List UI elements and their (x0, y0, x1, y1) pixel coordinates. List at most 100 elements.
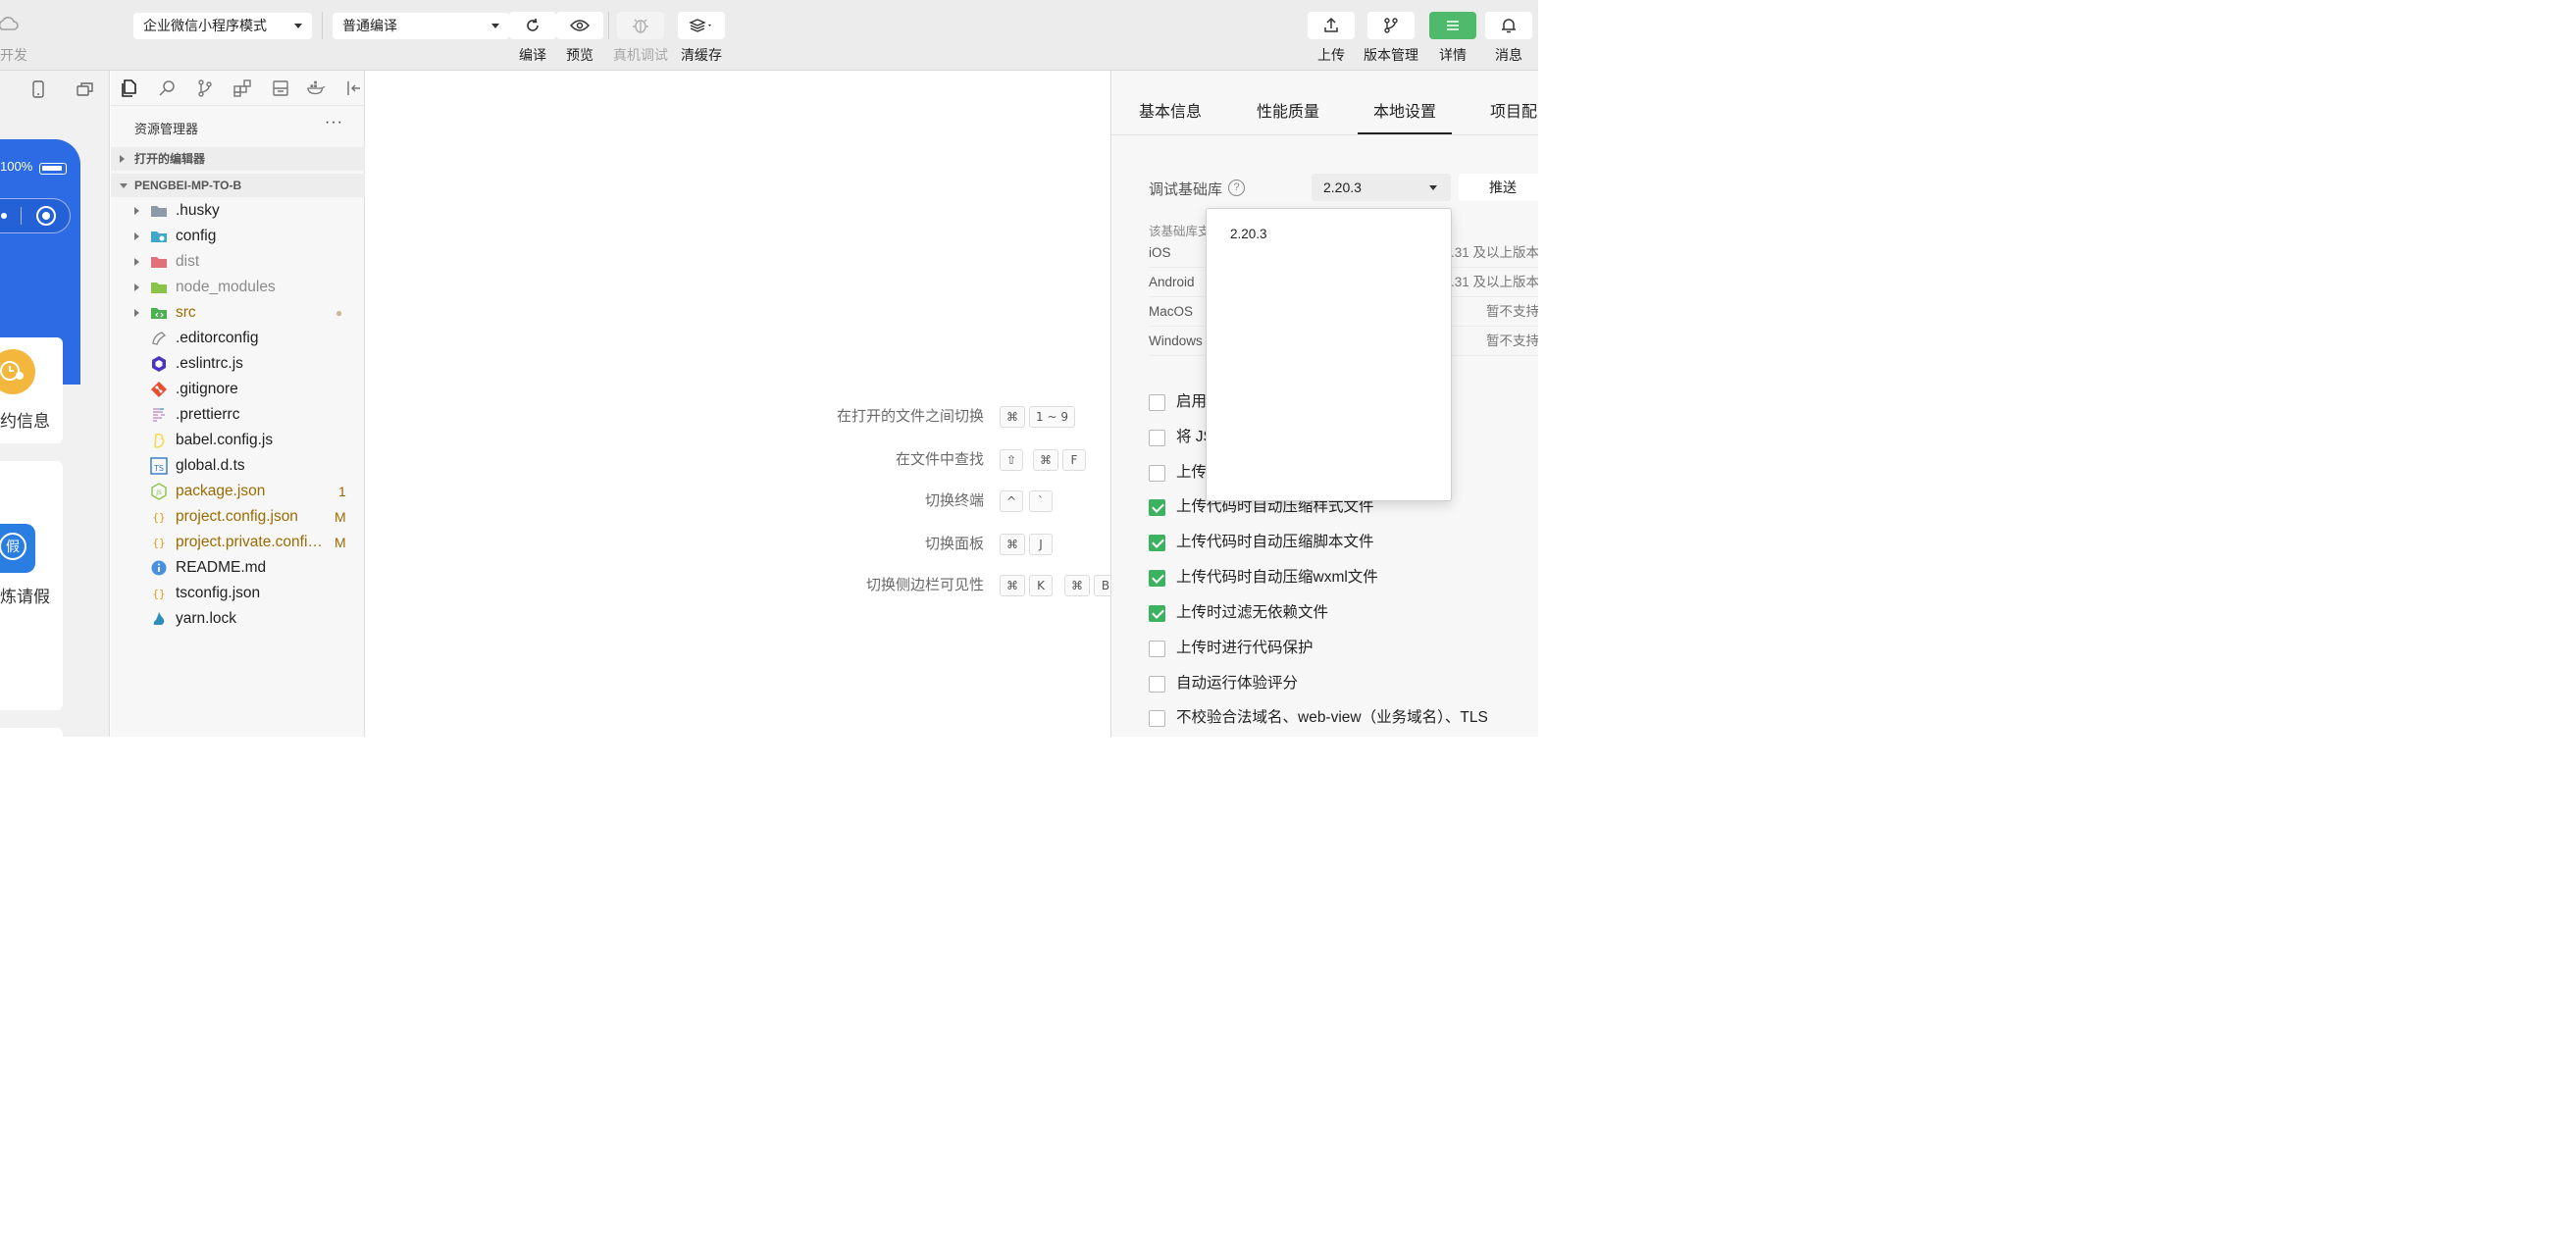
version-management-label[interactable]: 版本管理 (1357, 45, 1425, 65)
toolbar-divider (608, 12, 609, 39)
tree-file[interactable]: {} tsconfig.json (111, 581, 365, 606)
tree-file[interactable]: README.md (111, 555, 365, 581)
messages-label[interactable]: 消息 (1474, 45, 1538, 65)
tree-file[interactable]: {} project.private.config.json M (111, 530, 365, 555)
tree-file[interactable]: .prettierrc (111, 402, 365, 428)
src-folder-icon (151, 308, 167, 319)
details-button[interactable] (1429, 12, 1476, 39)
clear-cache-button[interactable] (678, 12, 725, 39)
tree-folder-config[interactable]: config (111, 224, 365, 249)
shortcut-label: 切换终端 (924, 492, 984, 509)
tree-file[interactable]: JS package.json 1 (111, 479, 365, 504)
tab-project-config[interactable]: 项目配置 (1490, 98, 1538, 122)
compile-select[interactable]: 普通编译 (333, 13, 509, 39)
close-miniprogram-icon[interactable] (36, 206, 56, 226)
nodejs-icon: JS (151, 483, 167, 500)
miniprogram-capsule[interactable] (0, 198, 71, 233)
push-button[interactable]: 推送 (1459, 174, 1538, 201)
tree-file[interactable]: .gitignore (111, 377, 365, 402)
shortcut-row: 切换侧边栏可见性 ⌘ K ⌘ B (366, 575, 1117, 596)
option-row[interactable]: 不校验合法域名、web-view（业务域名）、TLS (1149, 707, 1538, 729)
checkbox[interactable] (1149, 710, 1165, 727)
preview-label[interactable]: 预览 (545, 45, 614, 65)
upload-label[interactable]: 上传 (1297, 45, 1365, 65)
docker-icon[interactable] (306, 78, 326, 98)
shortcut-row: 在打开的文件之间切换 ⌘ 1 ~ 9 (366, 406, 1111, 428)
real-device-debug-label[interactable]: 真机调试 (606, 45, 675, 65)
extensions-icon[interactable] (232, 78, 252, 98)
tree-folder-dist[interactable]: dist (111, 249, 365, 275)
key-cap: ` (1029, 490, 1053, 512)
option-row[interactable]: 上传代码时自动压缩脚本文件 (1149, 532, 1538, 553)
checkbox-checked[interactable] (1149, 570, 1165, 587)
simulator-card[interactable] (0, 728, 63, 737)
real-device-debug-button[interactable] (617, 12, 664, 39)
tree-file[interactable]: babel.config.js (111, 428, 365, 453)
key-cap: ⇧ (1000, 449, 1024, 471)
option-row[interactable]: 上传时过滤无依赖文件 (1149, 602, 1538, 624)
dropdown-option[interactable]: 2.20.3 (1230, 227, 1267, 241)
checkbox-checked[interactable] (1149, 605, 1165, 622)
tree-folder-src[interactable]: src ● (111, 300, 365, 326)
search-icon[interactable] (158, 78, 178, 98)
tree-file[interactable]: yarn.lock (111, 606, 365, 632)
key-cap: ⌘ (1033, 449, 1058, 471)
leave-request-icon: 假 (0, 524, 35, 573)
battery-percent: 100% (0, 159, 33, 174)
project-section[interactable]: PENGBEI-MP-TO-B (111, 174, 365, 197)
key-cap: K (1029, 575, 1053, 596)
tree-file[interactable]: TS global.d.ts (111, 453, 365, 479)
preview-button[interactable] (556, 12, 603, 39)
phone-icon[interactable] (31, 80, 45, 98)
source-control-icon[interactable] (195, 78, 215, 98)
collapse-sidebar-icon[interactable] (344, 78, 364, 98)
checkbox[interactable] (1149, 465, 1165, 482)
tree-file[interactable]: .eslintrc.js (111, 351, 365, 377)
upload-button[interactable] (1308, 12, 1355, 39)
option-row[interactable]: 上传时进行代码保护 (1149, 638, 1538, 659)
tree-item-label: babel.config.js (176, 432, 274, 448)
system-name: Android (1149, 275, 1195, 289)
debug-lib-select[interactable]: 2.20.3 (1312, 174, 1451, 201)
tree-folder-node-modules[interactable]: node_modules (111, 275, 365, 300)
tree-file[interactable]: .editorconfig (111, 326, 365, 351)
storage-icon[interactable] (271, 78, 290, 98)
version-management-button[interactable] (1367, 12, 1415, 39)
json-icon: {} (152, 588, 165, 600)
key-cap: ⌘ (1000, 575, 1025, 596)
mode-select[interactable]: 企业微信小程序模式 (133, 13, 312, 39)
key-cap: ⌘ (1000, 534, 1025, 555)
checkbox[interactable] (1149, 676, 1165, 693)
checkbox-checked[interactable] (1149, 535, 1165, 551)
checkbox[interactable] (1149, 641, 1165, 657)
clear-cache-label[interactable]: 清缓存 (667, 45, 736, 65)
shortcut-row: 在文件中查找 ⇧ ⌘ F (366, 449, 1111, 471)
option-row[interactable]: 上传代码时自动压缩wxml文件 (1149, 567, 1538, 589)
tree-folder-husky[interactable]: .husky (111, 198, 365, 224)
open-editors-section[interactable]: 打开的编辑器 (111, 147, 365, 171)
debug-lib-value: 2.20.3 (1323, 180, 1362, 195)
dev-mode-label[interactable]: 开发 (0, 45, 27, 65)
checkbox[interactable] (1149, 394, 1165, 411)
cloud-icon[interactable] (0, 10, 24, 39)
checkbox-checked[interactable] (1149, 499, 1165, 516)
help-icon[interactable]: ? (1228, 180, 1245, 196)
tree-file[interactable]: {} project.config.json M (111, 504, 365, 530)
chevron-right-icon (134, 207, 139, 215)
tab-basic-info[interactable]: 基本信息 (1139, 98, 1202, 122)
tab-performance[interactable]: 性能质量 (1257, 98, 1319, 122)
files-icon[interactable] (120, 78, 139, 98)
upload-icon (1324, 17, 1338, 32)
editorconfig-icon (152, 332, 167, 345)
key-cap: J (1029, 534, 1053, 555)
more-actions-icon[interactable]: ··· (325, 114, 343, 131)
windows-icon[interactable] (77, 81, 94, 97)
option-row[interactable]: 自动运行体验评分 (1149, 673, 1538, 694)
messages-button[interactable] (1485, 12, 1532, 39)
compile-button[interactable] (509, 12, 556, 39)
editor-area[interactable]: 在打开的文件之间切换 ⌘ 1 ~ 9 在文件中查找 ⇧ ⌘ F 切换终端 ^ `… (366, 71, 1117, 737)
toolbar-divider (322, 12, 323, 39)
checkbox[interactable] (1149, 430, 1165, 446)
tree-item-label: global.d.ts (176, 457, 245, 474)
tab-local-settings[interactable]: 本地设置 (1373, 98, 1436, 122)
